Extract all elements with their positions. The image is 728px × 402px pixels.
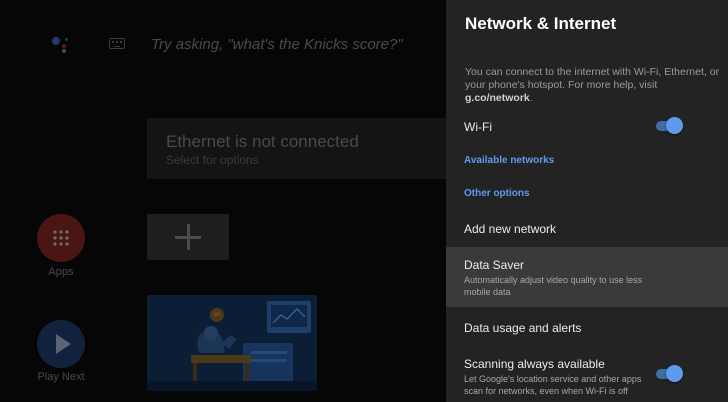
home-screen-background: Try asking, "what's the Knicks score?" E… [0,0,446,402]
help-link[interactable]: g.co/network [465,92,530,104]
scanning-always-available-item[interactable]: Scanning always available Let Google's l… [446,349,728,402]
wifi-label: Wi-Fi [464,120,492,134]
ethernet-status-title: Ethernet is not connected [166,132,359,151]
play-next-button[interactable] [37,320,85,368]
data-saver-item[interactable]: Data Saver Automatically adjust video qu… [446,247,728,307]
google-assistant-icon[interactable] [49,34,71,54]
apps-button[interactable] [37,214,85,262]
add-channel-tile[interactable] [147,214,229,260]
available-networks-section: Available networks [446,144,728,176]
search-hint-text[interactable]: Try asking, "what's the Knicks score?" [151,36,403,53]
data-usage-label: Data usage and alerts [464,321,582,335]
play-icon [56,334,71,354]
toggle-knob [666,117,683,134]
ethernet-status-card[interactable]: Ethernet is not connected Select for opt… [147,118,446,179]
add-new-network-label: Add new network [464,222,557,236]
add-new-network-item[interactable]: Add new network [446,213,728,245]
other-options-label: Other options [464,188,530,199]
apps-grid-icon [52,229,70,247]
apps-label: Apps [48,266,74,278]
wifi-toggle[interactable] [656,117,683,134]
data-saver-description: Automatically adjust video quality to us… [464,275,643,297]
data-saver-label: Data Saver [464,258,525,272]
play-next-label: Play Next [37,371,85,383]
other-options-section: Other options [446,177,728,209]
available-networks-label: Available networks [464,155,555,166]
wifi-row[interactable]: Wi-Fi [446,108,728,144]
scanning-description: Let Google's location service and other … [464,374,642,396]
ethernet-status-subtitle: Select for options [166,153,259,167]
keyboard-icon[interactable] [109,38,125,49]
scanning-label: Scanning always available [464,357,605,371]
toggle-knob [666,365,683,382]
page-title: Network & Internet [465,14,617,33]
network-settings-panel: Network & Internet You can connect to th… [446,0,728,402]
media-thumbnail-tile[interactable] [147,295,317,391]
panel-description: You can connect to the internet with Wi-… [465,66,720,104]
illustration-image [147,295,317,391]
scanning-toggle[interactable] [656,365,683,382]
data-usage-item[interactable]: Data usage and alerts [446,311,728,343]
